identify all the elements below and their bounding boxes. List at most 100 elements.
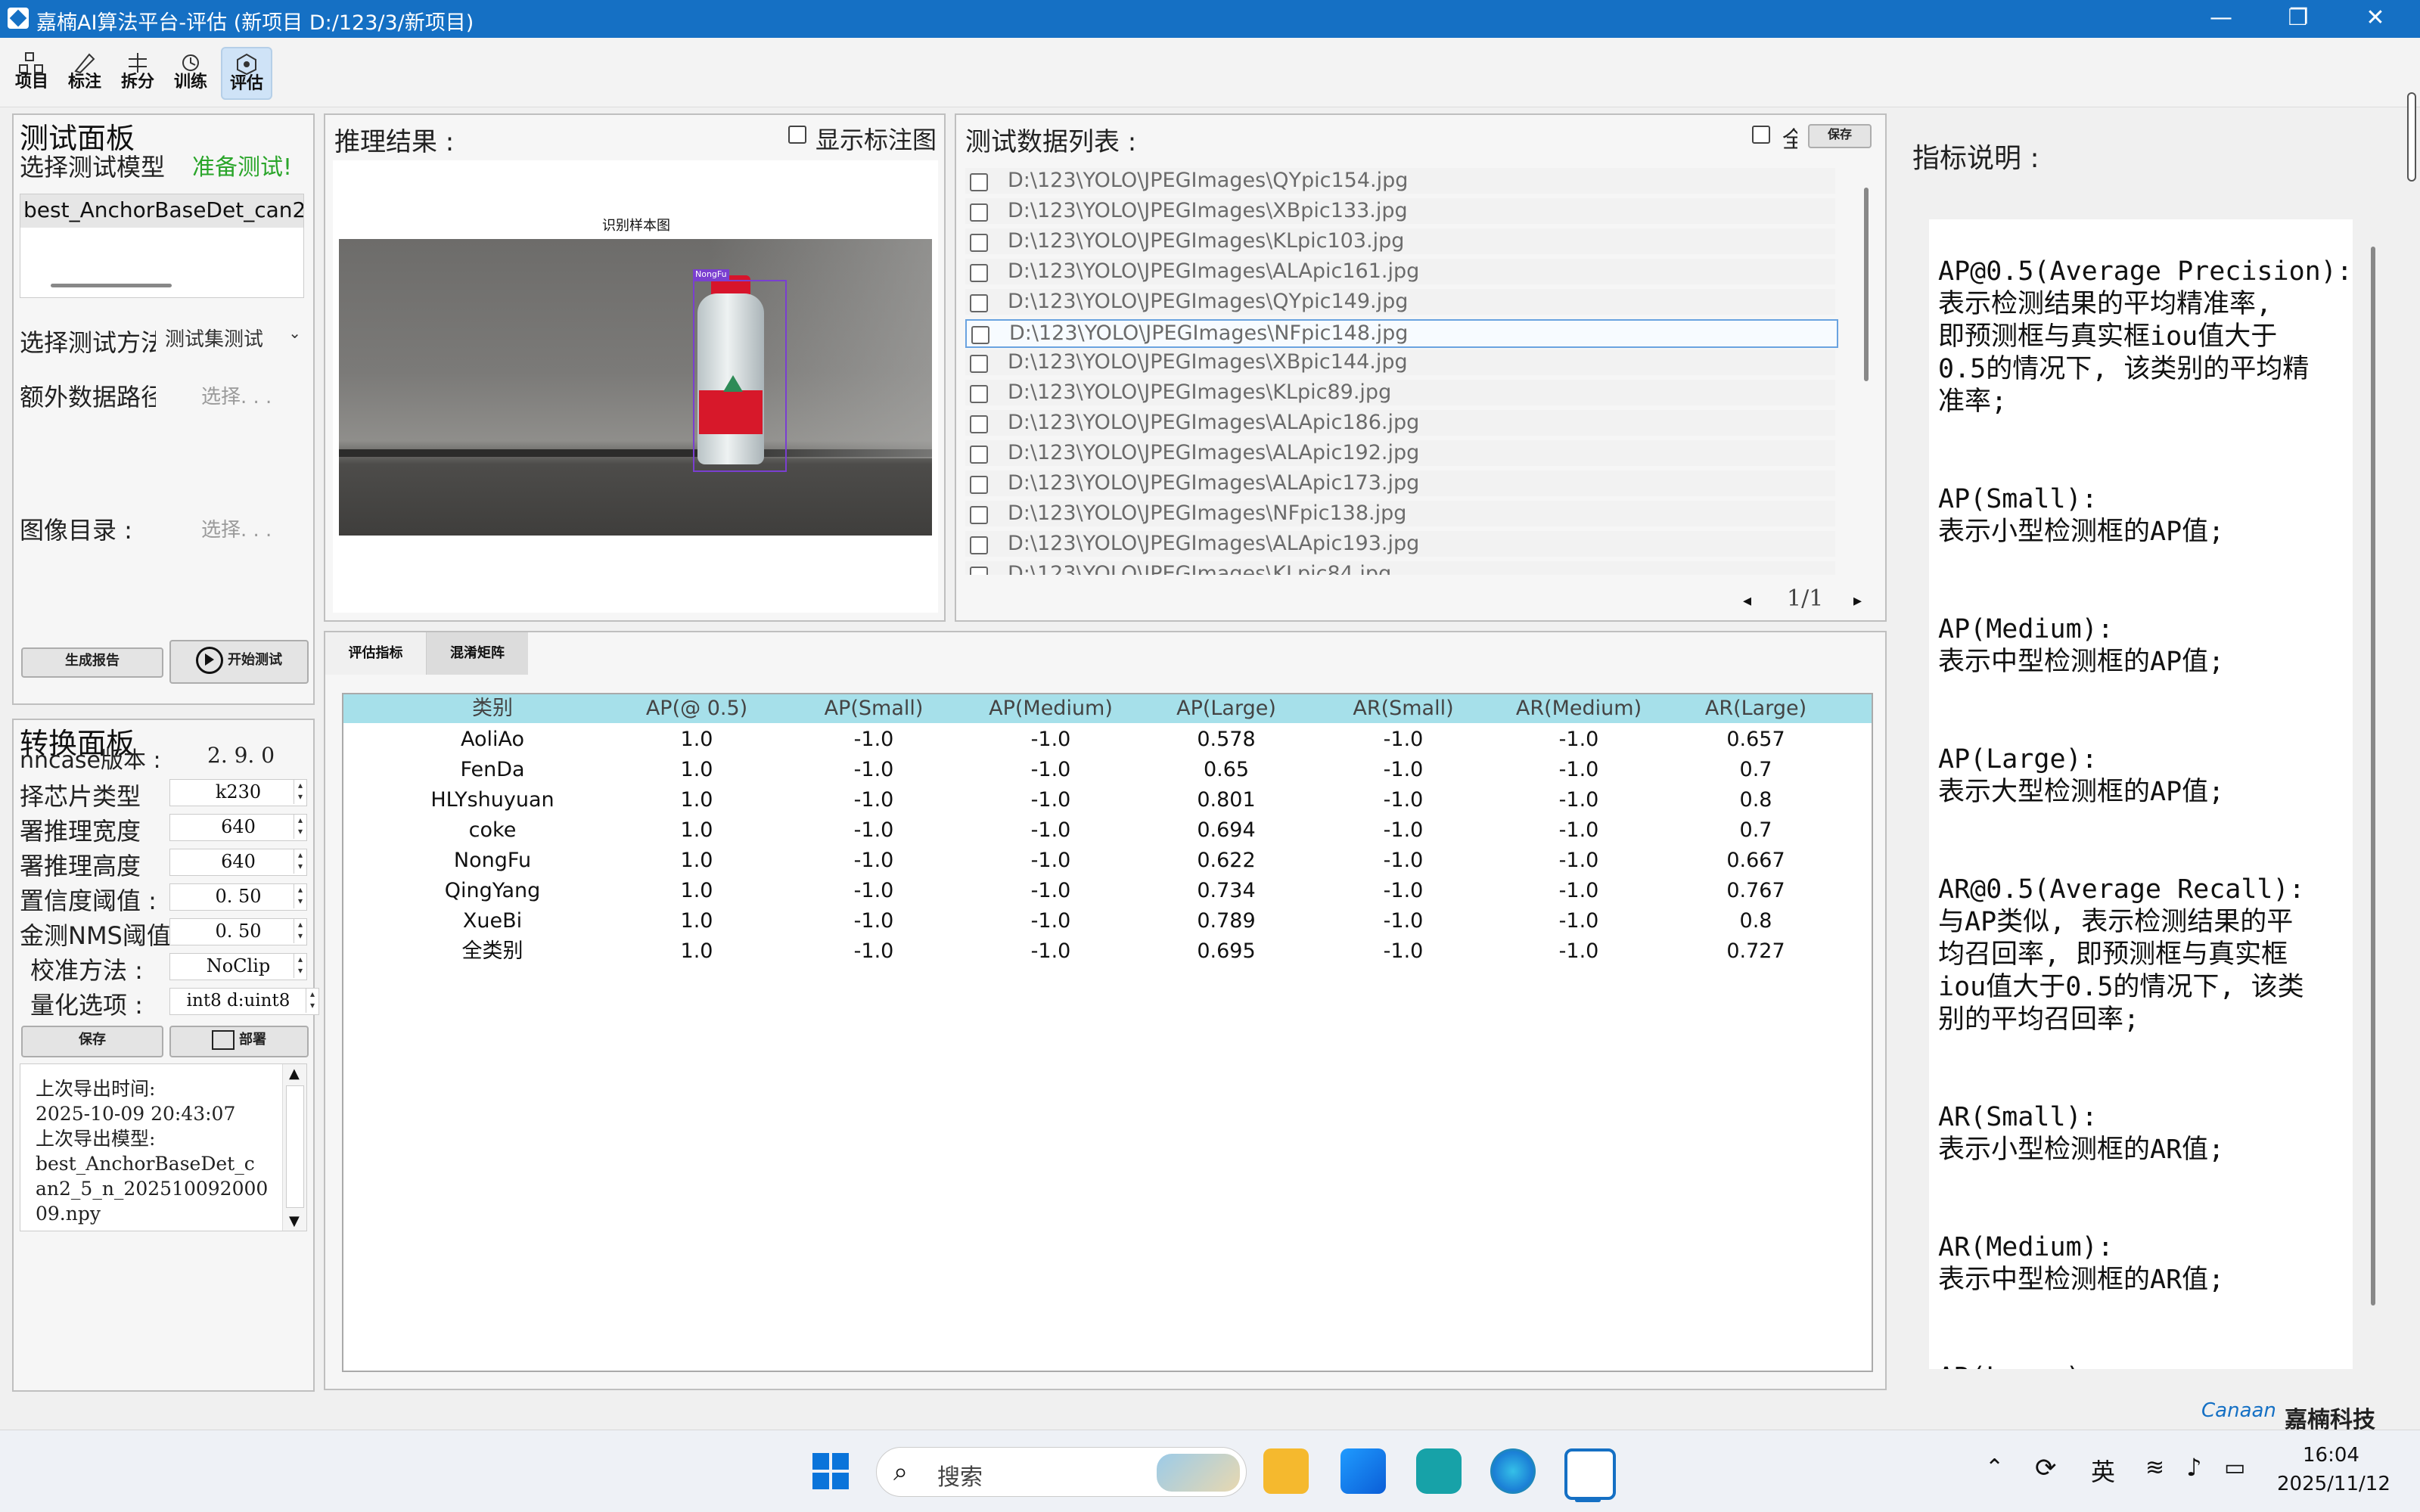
method-select[interactable]: 测试集测试 ⌄ [165, 324, 304, 351]
list-item[interactable]: D:\123\YOLO\JPEGImages\ALApic173.jpg [965, 470, 1835, 496]
sync-icon[interactable]: ⟳ [2035, 1453, 2057, 1483]
deploy-button[interactable]: 部署 [169, 1026, 309, 1057]
generate-report-button[interactable]: 生成报告 [21, 647, 163, 678]
list-item-checkbox[interactable] [970, 173, 988, 191]
horizontal-scrollbar[interactable] [51, 284, 172, 287]
list-item[interactable]: D:\123\YOLO\JPEGImages\ALApic193.jpg [965, 531, 1835, 557]
tab-metrics[interactable]: 评估指标 [325, 632, 427, 675]
toolbar-annotate-button[interactable]: 标注 [61, 47, 109, 97]
edge-icon[interactable] [1490, 1448, 1536, 1494]
column-header[interactable]: AP(Medium) [962, 694, 1139, 723]
list-item[interactable]: D:\123\YOLO\JPEGImages\XBpic133.jpg [965, 198, 1835, 224]
list-item[interactable]: D:\123\YOLO\JPEGImages\KLpic84.jpg [965, 561, 1835, 575]
list-item-checkbox[interactable] [970, 536, 988, 554]
list-item-checkbox[interactable] [970, 567, 988, 575]
list-item[interactable]: D:\123\YOLO\JPEGImages\KLpic103.jpg [965, 228, 1835, 254]
scroll-up-icon[interactable]: ▲ [289, 1066, 300, 1082]
column-header[interactable]: 类别 [404, 694, 581, 723]
column-header[interactable]: AR(Small) [1315, 694, 1492, 723]
stepper-icon[interactable]: ▴ ▾ [294, 884, 306, 908]
list-item-checkbox[interactable] [970, 476, 988, 494]
toolbar-split-button[interactable]: 拆分 [113, 47, 162, 97]
list-item-checkbox[interactable] [970, 294, 988, 312]
app-icon-blue-star[interactable] [1340, 1448, 1386, 1494]
list-item-checkbox[interactable] [970, 203, 988, 222]
column-header[interactable]: AP(@ 0.5) [608, 694, 785, 723]
list-item[interactable]: D:\123\YOLO\JPEGImages\ALApic161.jpg [965, 259, 1835, 284]
column-header[interactable]: AP(Large) [1138, 694, 1315, 723]
close-button[interactable]: ✕ [2338, 0, 2413, 38]
list-item-checkbox[interactable] [970, 234, 988, 252]
search-box[interactable]: ⌕ 搜索 [876, 1447, 1247, 1497]
clock-time[interactable]: 16:04 [2303, 1444, 2359, 1467]
nms-spinbox[interactable]: 0. 50 ▴ ▾ [169, 918, 307, 945]
vertical-scrollbar[interactable]: ▲ ▼ [282, 1064, 306, 1231]
list-item[interactable]: D:\123\YOLO\JPEGImages\KLpic89.jpg [965, 380, 1835, 405]
column-header[interactable]: AR(Medium) [1490, 694, 1667, 723]
toolbar-evaluate-button[interactable]: 评估 [221, 47, 272, 100]
scroll-down-icon[interactable]: ▼ [289, 1213, 300, 1229]
list-item-checkbox[interactable] [970, 446, 988, 464]
canaan-app-icon[interactable] [1564, 1448, 1616, 1500]
list-item-checkbox[interactable] [971, 326, 989, 344]
window-scrollbar[interactable] [2407, 92, 2416, 182]
explain-text-box[interactable]: AP@0.5(Average Precision): 表示检测结果的平均精准率,… [1929, 219, 2353, 1369]
image-dir-picker[interactable]: 选择. . . [201, 514, 272, 542]
model-list-item[interactable]: best_AnchorBaseDet_can2_5 [20, 194, 303, 228]
list-item-checkbox[interactable] [970, 355, 988, 373]
list-item[interactable]: D:\123\YOLO\JPEGImages\XBpic144.jpg [965, 349, 1835, 375]
stepper-icon[interactable]: ▴ ▾ [294, 815, 306, 839]
table-cell: HLYshuyuan [430, 788, 555, 812]
list-item[interactable]: D:\123\YOLO\JPEGImages\NFpic148.jpg [965, 319, 1838, 348]
arduino-icon[interactable] [1416, 1448, 1462, 1494]
list-item-checkbox[interactable] [970, 385, 988, 403]
list-item[interactable]: D:\123\YOLO\JPEGImages\ALApic186.jpg [965, 410, 1835, 436]
start-test-button[interactable]: 开始测试 [169, 640, 309, 684]
wifi-icon[interactable]: ≋ [2145, 1455, 2164, 1481]
stepper-icon[interactable]: ▴ ▾ [294, 919, 306, 943]
list-item[interactable]: D:\123\YOLO\JPEGImages\QYpic154.jpg [965, 168, 1835, 194]
list-item-checkbox[interactable] [970, 415, 988, 433]
list-save-button[interactable]: 保存 [1808, 124, 1872, 148]
save-button[interactable]: 保存 [21, 1026, 163, 1057]
volume-icon[interactable]: ♪ [2186, 1453, 2201, 1482]
maximize-button[interactable]: ❐ [2260, 0, 2336, 38]
list-item[interactable]: D:\123\YOLO\JPEGImages\QYpic149.jpg [965, 289, 1835, 315]
list-item-checkbox[interactable] [970, 506, 988, 524]
clock-date[interactable]: 2025/11/12 [2277, 1473, 2390, 1495]
table-cell: 0.8 [1739, 788, 1772, 812]
chevron-up-icon[interactable]: ⌃ [1985, 1455, 2004, 1481]
file-explorer-icon[interactable] [1263, 1448, 1309, 1494]
search-placeholder: 搜索 [937, 1464, 983, 1491]
width-spinbox[interactable]: 640 ▴ ▾ [169, 814, 307, 841]
toolbar-project-button[interactable]: 项目 [8, 47, 56, 97]
quant-select[interactable]: int8 d:uint8 ▴ ▾ [169, 988, 319, 1015]
scroll-thumb[interactable] [286, 1085, 304, 1208]
minimize-button[interactable]: — [2183, 0, 2259, 38]
list-item-checkbox[interactable] [970, 264, 988, 282]
stepper-icon[interactable]: ▴ ▾ [294, 849, 306, 874]
confidence-spinbox[interactable]: 0. 50 ▴ ▾ [169, 883, 307, 911]
model-list[interactable]: best_AnchorBaseDet_can2_5 [20, 194, 304, 298]
height-spinbox[interactable]: 640 ▴ ▾ [169, 849, 307, 876]
table-cell: -1.0 [1030, 939, 1071, 963]
chip-type-select[interactable]: k230 ▴ ▾ [169, 779, 307, 806]
tab-confusion-matrix[interactable]: 混淆矩阵 [427, 632, 528, 675]
next-page-icon[interactable]: ▸ [1853, 591, 1862, 610]
toolbar-train-button[interactable]: 训练 [166, 47, 215, 97]
column-header[interactable]: AR(Large) [1667, 694, 1844, 723]
explain-scrollbar[interactable] [2371, 247, 2375, 1306]
windows-start-icon[interactable] [808, 1448, 853, 1494]
calibration-select[interactable]: NoClip ▴ ▾ [169, 953, 307, 980]
show-annotation-checkbox[interactable] [788, 126, 806, 144]
column-header[interactable]: AP(Small) [785, 694, 962, 723]
export-log[interactable]: 上次导出时间: 2025-10-09 20:43:07 上次导出模型: best… [20, 1063, 307, 1231]
list-item[interactable]: D:\123\YOLO\JPEGImages\ALApic192.jpg [965, 440, 1835, 466]
list-scrollbar[interactable] [1864, 188, 1869, 381]
ime-indicator[interactable]: 英 [2091, 1453, 2115, 1488]
list-item[interactable]: D:\123\YOLO\JPEGImages\NFpic138.jpg [965, 501, 1835, 526]
battery-icon[interactable]: ▭ [2224, 1455, 2245, 1481]
prev-page-icon[interactable]: ◂ [1743, 591, 1751, 610]
select-all-checkbox[interactable] [1752, 126, 1770, 144]
extra-path-picker[interactable]: 选择. . . [201, 381, 272, 409]
